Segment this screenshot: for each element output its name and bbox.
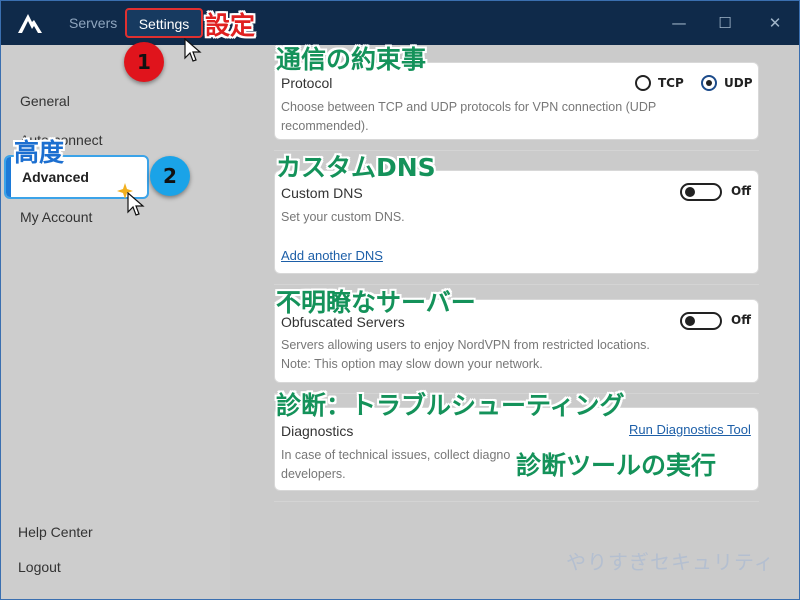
maximize-icon[interactable]: ☐ (715, 13, 735, 33)
udp-radio[interactable] (701, 75, 717, 91)
protocol-title: Protocol (281, 75, 333, 91)
tcp-radio[interactable] (635, 75, 651, 91)
nav-servers[interactable]: Servers (69, 15, 117, 31)
annotation-advanced: 高度 (14, 138, 65, 167)
mouse-cursor-icon (127, 192, 145, 216)
annotation-diagnostics: 診断：トラブルシューティング (276, 391, 625, 420)
active-indicator (6, 157, 11, 197)
minimize-icon[interactable]: — (669, 13, 689, 33)
watermark: やりすぎセキュリティ (566, 550, 775, 574)
annotation-settings: 設定 (205, 11, 256, 40)
sidebar-item-my-account[interactable]: My Account (20, 209, 92, 225)
udp-label: UDP (724, 76, 753, 90)
sidebar-item-help-center[interactable]: Help Center (18, 524, 93, 540)
custom-dns-toggle-label: Off (731, 184, 751, 198)
custom-dns-toggle[interactable] (680, 183, 722, 201)
mouse-cursor-icon (184, 38, 202, 62)
step-badge-2: 2 (150, 156, 190, 196)
annotation-obfuscated: 不明瞭なサーバー (276, 288, 476, 317)
run-diagnostics-link[interactable]: Run Diagnostics Tool (629, 422, 751, 437)
obfuscated-description: Servers allowing users to enjoy NordVPN … (281, 338, 650, 371)
diagnostics-description: In case of technical issues, collect dia… (281, 448, 511, 481)
sidebar-item-logout[interactable]: Logout (18, 559, 61, 575)
sidebar (1, 45, 230, 599)
protocol-description: Choose between TCP and UDP protocols for… (281, 100, 657, 133)
close-icon[interactable]: ✕ (765, 13, 785, 33)
title-bar: Servers Settings — ☐ ✕ (1, 1, 799, 45)
step-badge-1: 1 (124, 42, 164, 82)
annotation-run-tool: 診断ツールの実行 (516, 451, 717, 480)
tcp-label: TCP (658, 76, 684, 90)
sidebar-item-general[interactable]: General (20, 93, 70, 109)
add-dns-link[interactable]: Add another DNS (281, 248, 383, 263)
nordvpn-logo-icon[interactable] (15, 9, 45, 37)
annotation-custom-dns: カスタムDNS (276, 153, 436, 182)
sidebar-item-label: Advanced (22, 169, 89, 185)
annotation-protocol: 通信の約束事 (276, 45, 427, 74)
diagnostics-title: Diagnostics (281, 423, 354, 439)
obfuscated-toggle[interactable] (680, 312, 722, 330)
divider (274, 501, 759, 502)
custom-dns-description: Set your custom DNS. (281, 210, 405, 224)
custom-dns-title: Custom DNS (281, 185, 363, 201)
obfuscated-toggle-label: Off (731, 313, 751, 327)
nav-settings[interactable]: Settings (125, 8, 203, 38)
custom-dns-card: Custom DNS Off Set your custom DNS. Add … (274, 170, 759, 274)
